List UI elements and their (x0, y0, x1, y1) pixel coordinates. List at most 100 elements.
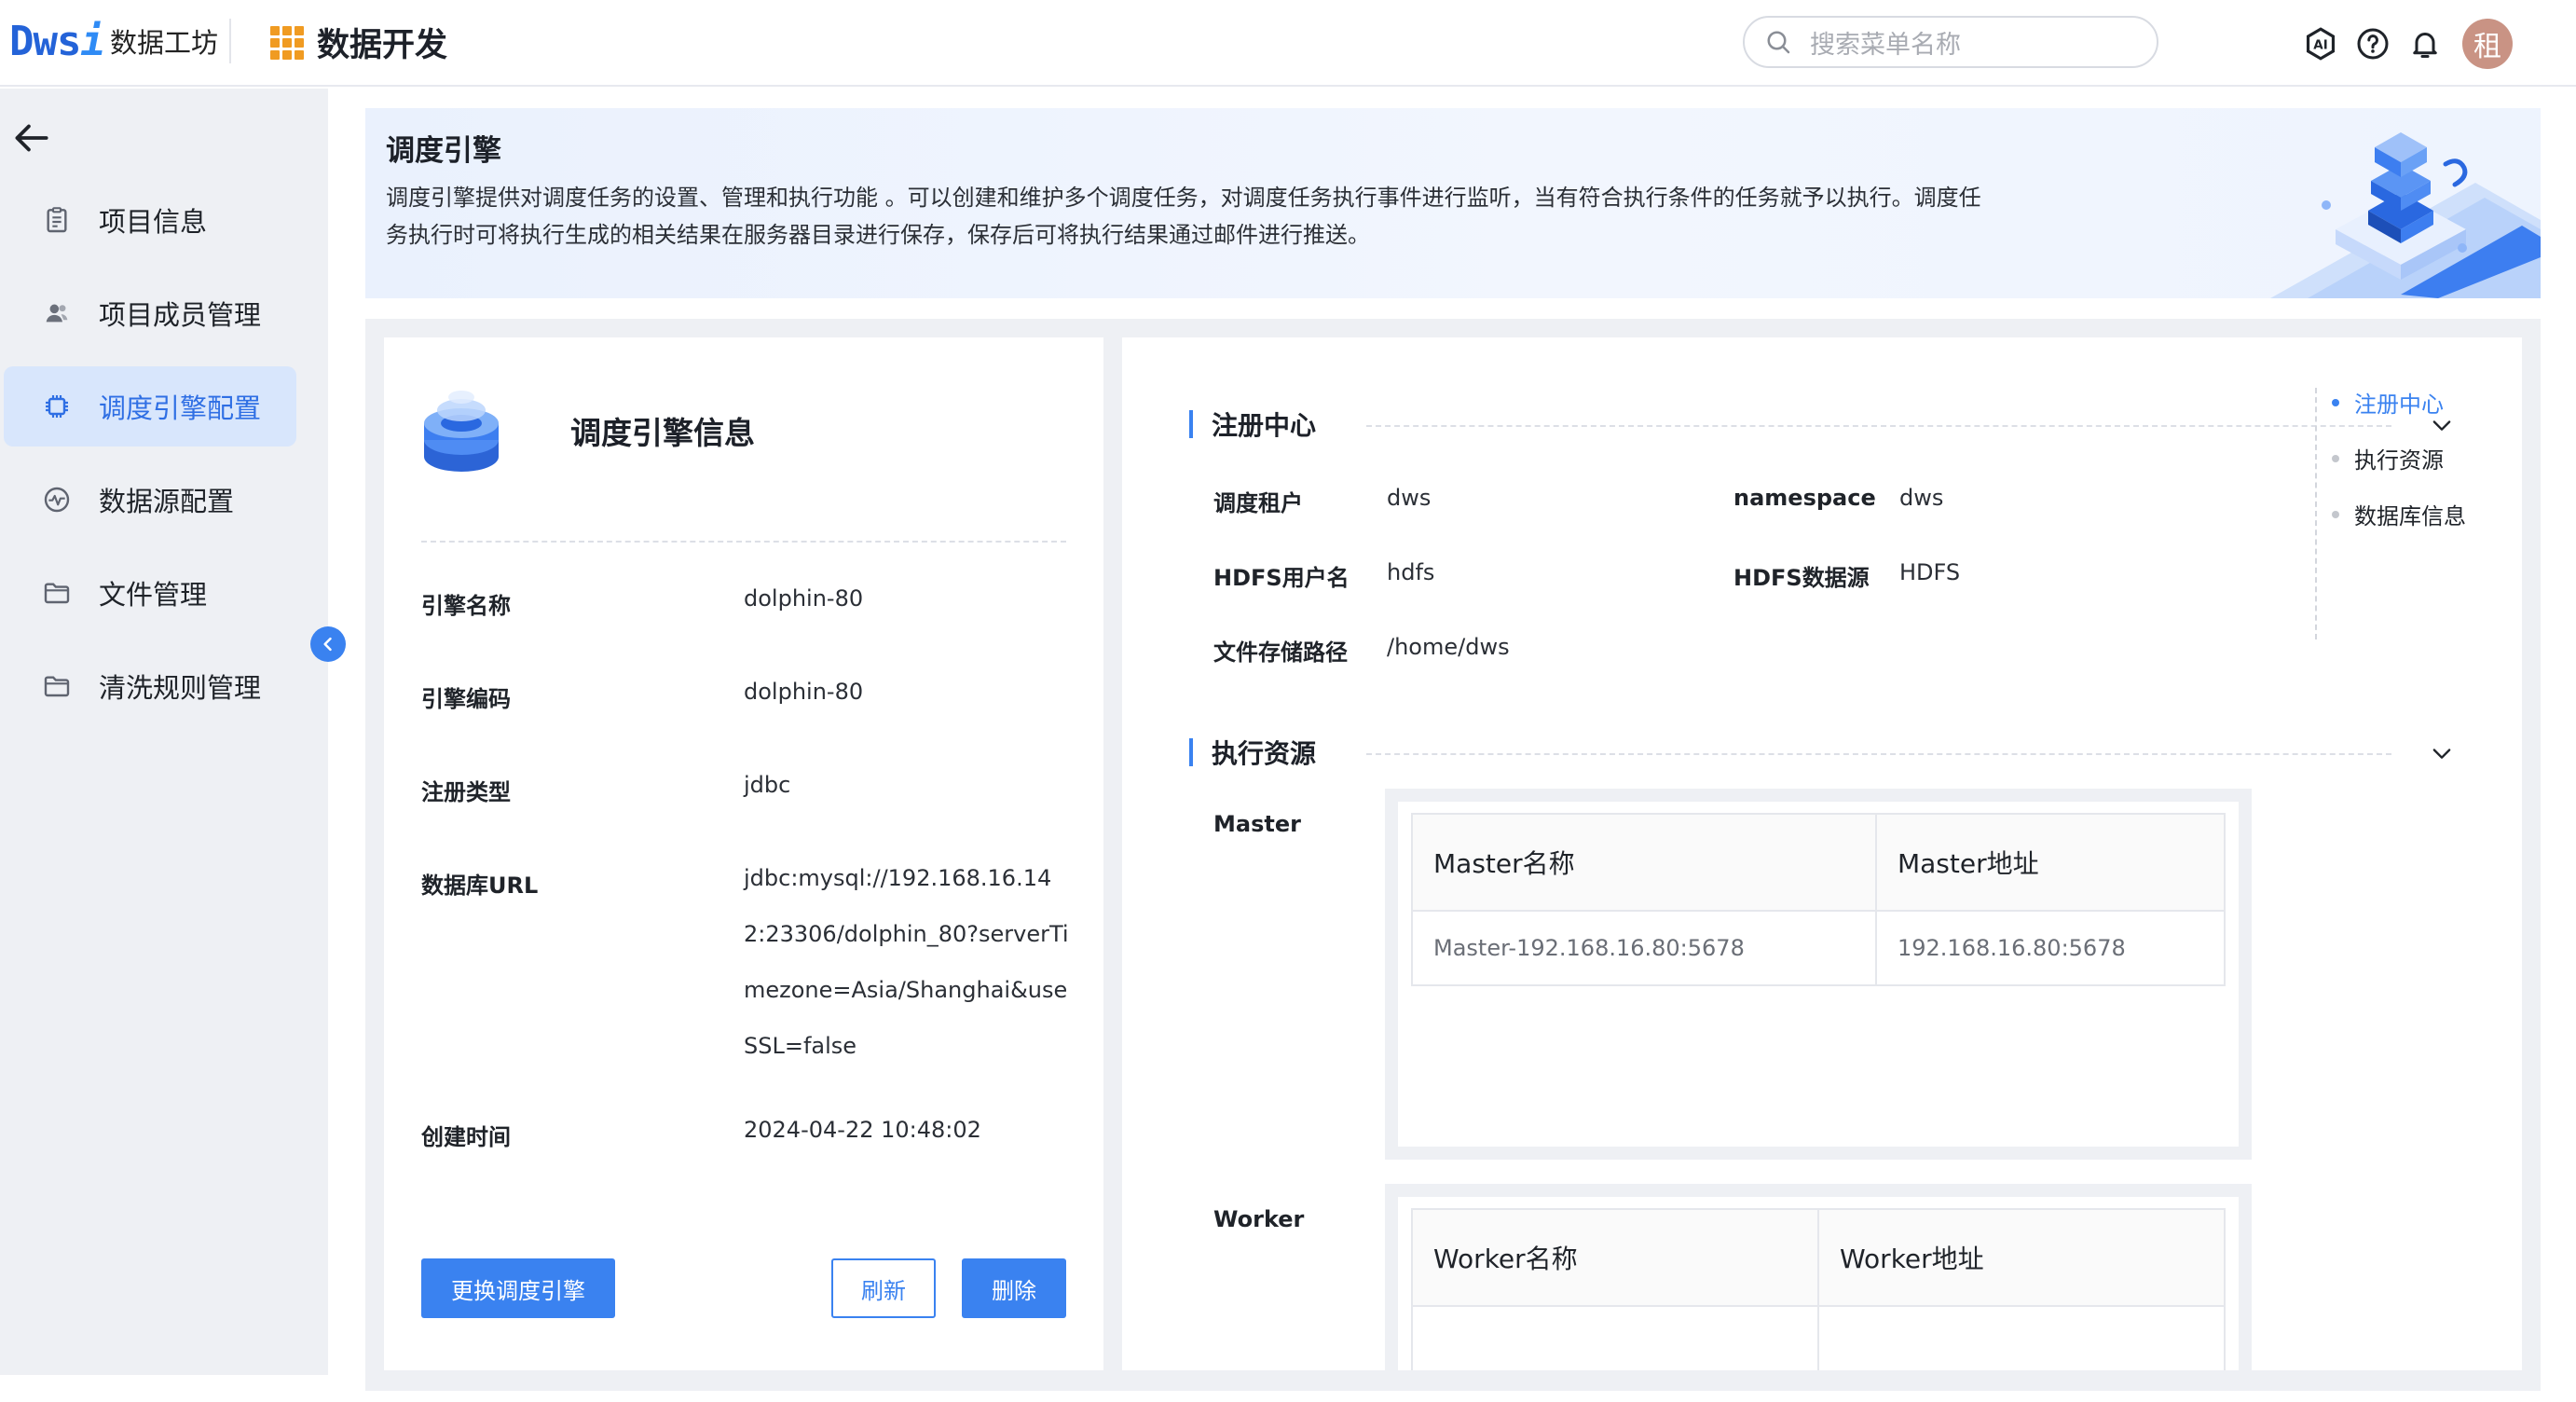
anchor-resources[interactable]: 执行资源 (2332, 442, 2444, 474)
logo[interactable]: Dwsi 数据工坊 (9, 17, 218, 65)
sidebar-item-label: 项目信息 (99, 206, 208, 238)
sidebar-menu: 项目信息 项目成员管理 调度引擎配置 数据源配置 文件管理 清洗规则管理 (4, 180, 296, 739)
field-value: jdbc:mysql://192.168.16.142:23306/dolphi… (744, 865, 1069, 1059)
table-row[interactable]: Master-192.168.16.80:5678 192.168.16.80:… (1411, 910, 2227, 986)
banner-illustration (2270, 132, 2541, 298)
field-label: 数据库URL (421, 873, 539, 899)
worker-table: Worker名称 Worker地址 (1411, 1208, 2226, 1370)
sidebar-item-cleansing-rules[interactable]: 清洗规则管理 (4, 646, 296, 726)
bell-icon[interactable] (2405, 23, 2446, 64)
sidebar-item-label: 数据源配置 (99, 486, 235, 517)
master-name-cell: Master-192.168.16.80:5678 (1411, 910, 1877, 986)
chevron-down-icon[interactable] (2429, 740, 2455, 766)
anchor-registry[interactable]: 注册中心 (2332, 386, 2444, 419)
column-header: Worker名称 (1411, 1208, 1819, 1307)
storage-path-label: 文件存储路径 (1213, 639, 1348, 666)
anchor-database-info[interactable]: 数据库信息 (2332, 498, 2466, 530)
app-title: 数据开发 (317, 27, 448, 64)
anchor-dot (2332, 510, 2339, 518)
clipboard-icon (39, 202, 75, 238)
master-label: Master (1213, 811, 1301, 837)
namespace-value: dws (1899, 485, 1944, 511)
sidebar-item-file-management[interactable]: 文件管理 (4, 553, 296, 633)
field-value: 2024-04-22 10:48:02 (744, 1117, 981, 1143)
content-area: 调度引擎信息 引擎名称 dolphin-80 引擎编码 dolphin-80 注… (365, 319, 2541, 1391)
search-placeholder: 搜索菜单名称 (1810, 30, 1961, 60)
pulse-icon (39, 482, 75, 517)
section-title: 注册中心 (1212, 410, 1317, 441)
folder-icon (39, 575, 75, 611)
field-label: 创建时间 (421, 1124, 511, 1150)
avatar[interactable]: 租 (2462, 19, 2513, 69)
refresh-button[interactable]: 刷新 (831, 1258, 936, 1318)
search-input[interactable]: 搜索菜单名称 (1743, 16, 2158, 68)
anchor-dot (2332, 398, 2339, 406)
apps-grid-icon[interactable] (270, 26, 304, 60)
engine-detail-card: 注册中心 调度租户 dws namespace dws HDFS用户名 hdfs… (1122, 337, 2522, 1370)
section-marker (1189, 738, 1193, 766)
sidebar-item-label: 调度引擎配置 (99, 392, 262, 424)
header-divider (229, 19, 231, 63)
section-marker (1189, 410, 1193, 438)
field-value: jdbc (744, 772, 791, 798)
anchor-label: 执行资源 (2354, 447, 2444, 474)
table-cell (1817, 1305, 2226, 1370)
users-icon (39, 296, 75, 331)
sidebar-item-scheduler-config[interactable]: 调度引擎配置 (4, 366, 296, 447)
chip-icon (39, 389, 75, 424)
tenant-value: dws (1387, 485, 1432, 511)
worker-label: Worker (1213, 1206, 1305, 1232)
page-banner: 调度引擎 调度引擎提供对调度任务的设置、管理和执行功能 。可以创建和维护多个调度… (365, 108, 2541, 298)
tenant-label: 调度租户 (1213, 490, 1303, 516)
anchor-label: 注册中心 (2354, 392, 2444, 418)
page-title: 调度引擎 (386, 134, 501, 168)
table-row[interactable] (1411, 1305, 2226, 1370)
master-table-panel: Master名称 Master地址 Master-192.168.16.80:5… (1385, 789, 2252, 1160)
sidebar-item-label: 清洗规则管理 (99, 672, 262, 704)
page-description: 调度引擎提供对调度任务的设置、管理和执行功能 。可以创建和维护多个调度任务，对调… (386, 185, 1981, 248)
storage-path-value: /home/dws (1387, 634, 1510, 660)
field-label: 引擎名称 (421, 593, 511, 619)
master-table-container: Master名称 Master地址 Master-192.168.16.80:5… (1398, 802, 2239, 1147)
section-title: 执行资源 (1212, 738, 1317, 769)
delete-button[interactable]: 删除 (962, 1258, 1066, 1318)
sidebar-item-label: 文件管理 (99, 579, 208, 611)
column-header: Worker地址 (1817, 1208, 2226, 1307)
hdfs-user-value: hdfs (1387, 559, 1435, 585)
chevron-left-icon (323, 637, 332, 652)
table-cell (1411, 1305, 1819, 1370)
logo-mark: Dwsi (9, 17, 105, 65)
column-header: Master名称 (1411, 813, 1877, 912)
master-address-cell: 192.168.16.80:5678 (1874, 910, 2227, 986)
logo-text: 数据工坊 (109, 27, 218, 59)
sidebar-item-datasource[interactable]: 数据源配置 (4, 460, 296, 540)
sidebar-item-members[interactable]: 项目成员管理 (4, 273, 296, 353)
back-arrow-icon[interactable] (7, 115, 54, 161)
sidebar-collapse-button[interactable] (310, 626, 346, 662)
anchor-label: 数据库信息 (2354, 503, 2466, 529)
hdfs-source-value: HDFS (1899, 559, 1961, 585)
search-icon (1767, 31, 1790, 54)
header-actions: AI 租 (2300, 19, 2513, 69)
folder-icon (39, 668, 75, 704)
replace-engine-button[interactable]: 更换调度引擎 (421, 1258, 615, 1318)
sidebar: 项目信息 项目成员管理 调度引擎配置 数据源配置 文件管理 清洗规则管理 (0, 89, 328, 1375)
section-divider (1366, 425, 2391, 427)
field-label: 注册类型 (421, 779, 511, 805)
database-icon (424, 391, 499, 472)
field-value: dolphin-80 (744, 585, 864, 612)
hdfs-user-label: HDFS用户名 (1213, 565, 1350, 591)
worker-table-container: Worker名称 Worker地址 (1398, 1197, 2239, 1370)
sidebar-item-label: 项目成员管理 (99, 299, 262, 331)
section-registry-header[interactable]: 注册中心 (1189, 408, 1317, 441)
section-resources-header[interactable]: 执行资源 (1189, 736, 1317, 769)
hdfs-source-label: HDFS数据源 (1733, 565, 1870, 591)
anchor-dot (2332, 454, 2339, 462)
column-header: Master地址 (1874, 813, 2227, 912)
help-icon[interactable] (2352, 23, 2393, 64)
table-header-row: Worker名称 Worker地址 (1411, 1208, 2226, 1307)
namespace-label: namespace (1733, 485, 1876, 511)
anchor-nav-line (2315, 388, 2317, 639)
ai-icon[interactable]: AI (2300, 23, 2341, 64)
sidebar-item-project-info[interactable]: 项目信息 (4, 180, 296, 260)
